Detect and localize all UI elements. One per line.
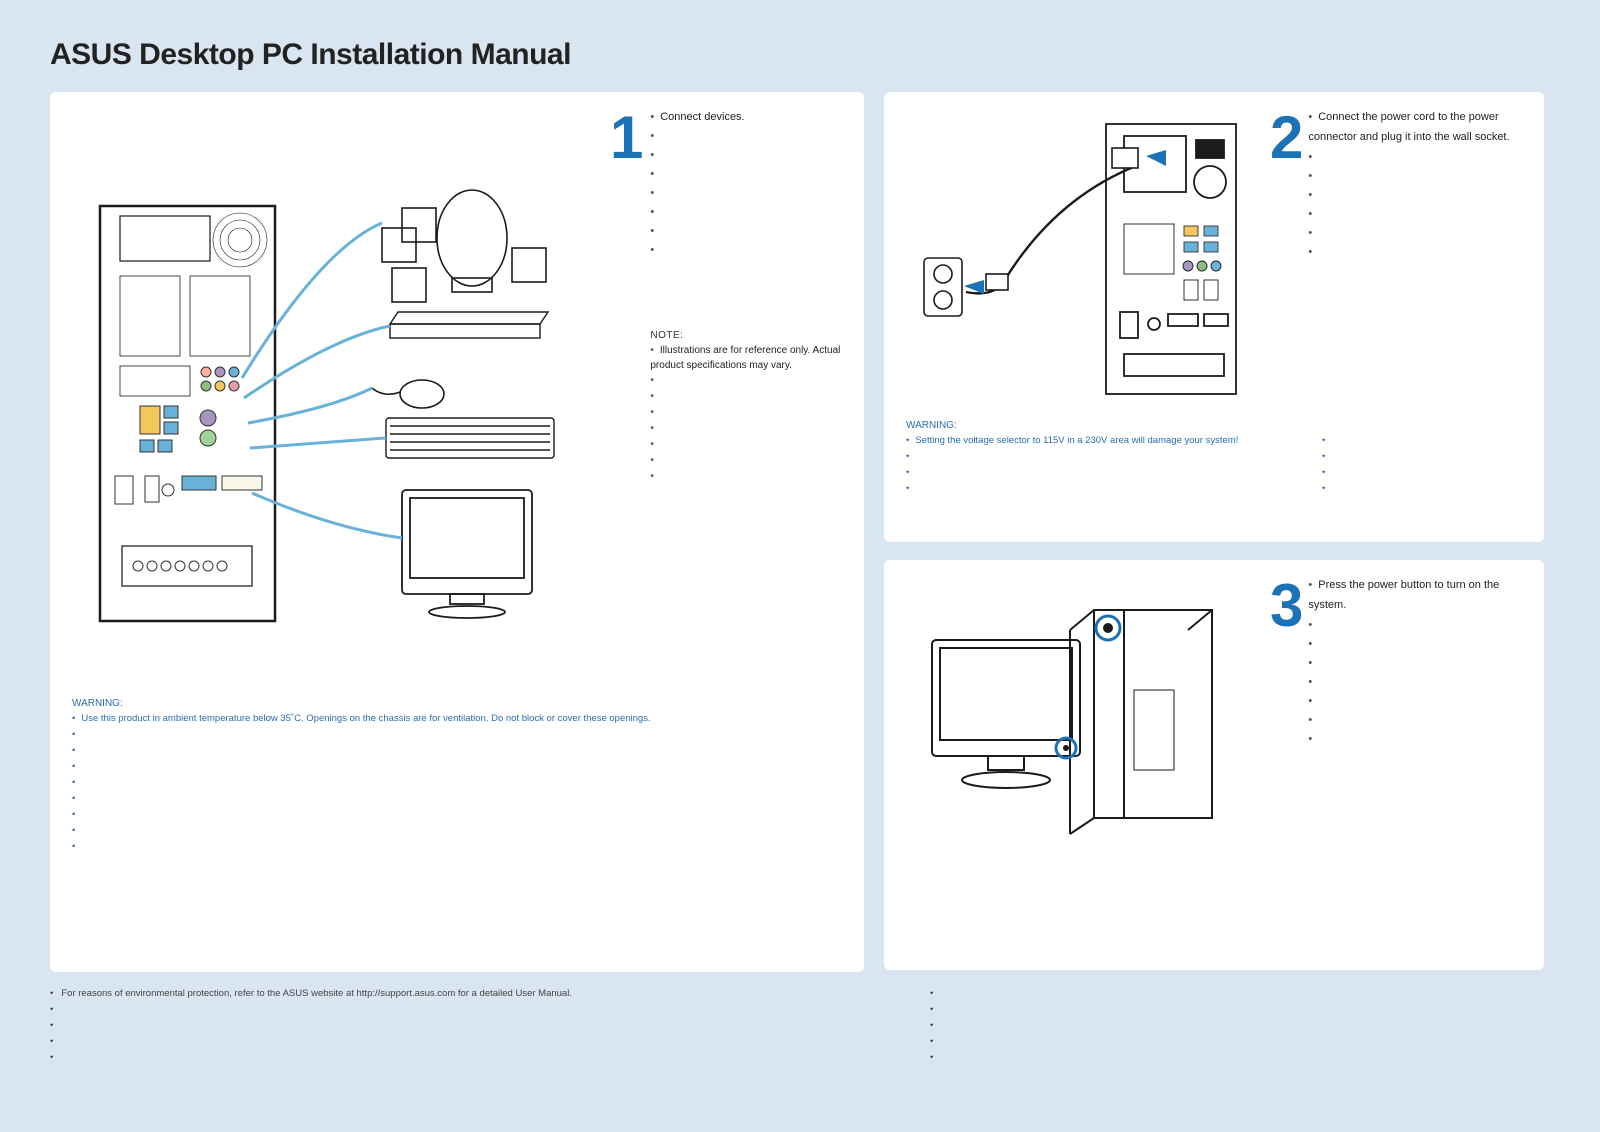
step-3-number: 3 (1270, 576, 1300, 836)
panel-step-3: 3 Press the power button to turn on the … (884, 560, 1544, 970)
step-2-instructions: Connect the power cord to the power conn… (1308, 108, 1522, 262)
footer-left: For reasons of environmental protection,… (50, 986, 670, 1066)
step-1-instructions: Connect devices. (650, 108, 842, 260)
panel-step-1: 1 Connect devices. (50, 92, 864, 972)
step-1-note-head: NOTE: (650, 330, 842, 341)
page-title: ASUS Desktop PC Installation Manual (50, 38, 1550, 72)
step-1-notes: Illustrations are for reference only. Ac… (650, 343, 842, 485)
diagram-power-on (906, 576, 1256, 836)
diagram-connect-devices (72, 108, 592, 658)
step-1-number: 1 (610, 108, 640, 658)
panel-step-2: 2 Connect the power cord to the power co… (884, 92, 1544, 542)
step-2-number: 2 (1270, 108, 1300, 398)
footer-right (930, 986, 1550, 1066)
step-2-warnings-right (1322, 433, 1522, 497)
step-1-warnings: Use this product in ambient temperature … (72, 711, 842, 855)
step-2-warnings-left: Setting the voltage selector to 115V in … (906, 433, 1262, 497)
step-3-instructions: Press the power button to turn on the sy… (1308, 576, 1522, 749)
step-2-warn-head: WARNING: (906, 420, 1522, 431)
diagram-power-cord (906, 108, 1256, 398)
footer: For reasons of environmental protection,… (50, 986, 1550, 1066)
step-1-warn-head: WARNING: (72, 698, 842, 709)
